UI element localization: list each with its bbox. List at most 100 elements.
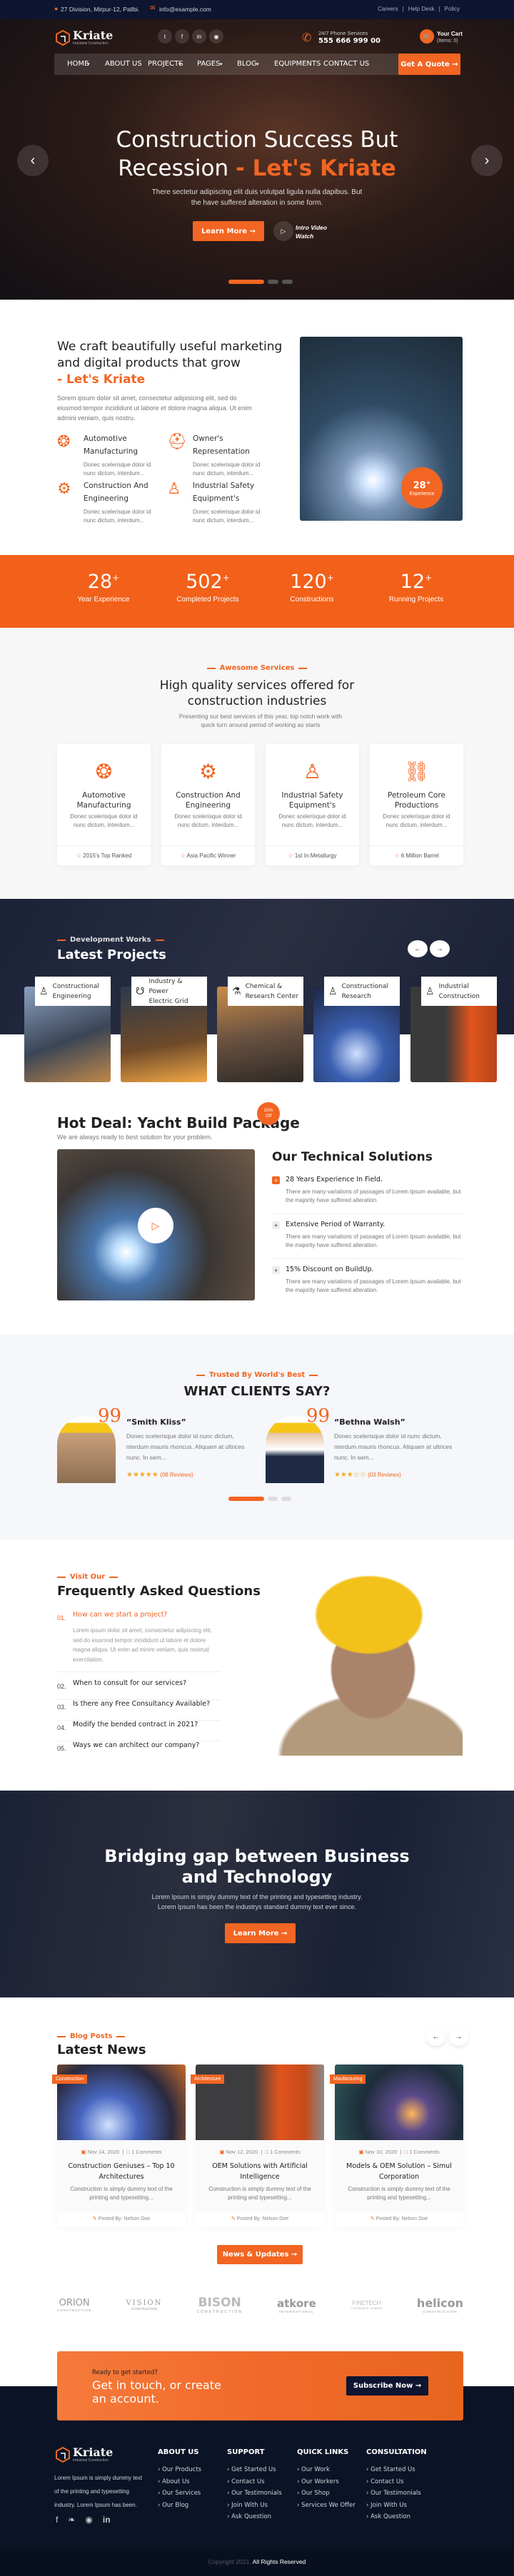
projects-prev-arrow[interactable]: ← bbox=[408, 940, 428, 957]
faq-item[interactable]: 03. Is there any Free Consultancy Availab… bbox=[57, 1700, 221, 1721]
footer-link[interactable]: › Our Testimonials bbox=[366, 2490, 427, 2502]
play-icon[interactable]: ▷ bbox=[273, 221, 293, 241]
footer-link[interactable]: › About Us bbox=[158, 2478, 201, 2490]
phone-number[interactable]: 555 666 999 00 bbox=[318, 37, 381, 45]
partner-logo[interactable]: FINETECH Construction company bbox=[351, 2300, 383, 2310]
news-updates-button[interactable]: News & Updates → bbox=[217, 2245, 303, 2264]
news-headline[interactable]: OEM Solutions with Artificial Intelligenc… bbox=[196, 2161, 324, 2182]
nav-home[interactable]: HOME bbox=[67, 54, 89, 75]
instagram-icon[interactable]: ◉ bbox=[209, 29, 223, 44]
help-desk-link[interactable]: Help Desk bbox=[408, 6, 435, 12]
footer-link[interactable]: › Our Products bbox=[158, 2466, 201, 2478]
nav-about[interactable]: ABOUT US bbox=[105, 54, 142, 75]
project-label[interactable]: ♙ Constructional Research bbox=[324, 977, 400, 1006]
play-button[interactable]: ▷ bbox=[138, 1208, 173, 1243]
logo[interactable]: Kriate Industrial Construction bbox=[56, 30, 113, 46]
nav-blog[interactable]: BLOG bbox=[237, 54, 257, 75]
project-label[interactable]: ☋ Industry & Power Electric Grid bbox=[131, 977, 207, 1006]
service-card[interactable]: ❂ Automotive Manufacturing Donec sceleris… bbox=[57, 744, 151, 865]
linkedin-icon[interactable]: in bbox=[192, 29, 206, 44]
linkedin-icon[interactable]: in bbox=[103, 2515, 111, 2525]
footer-link[interactable]: › Our Testimonials bbox=[227, 2490, 282, 2502]
footer-logo[interactable]: Kriate Industrial Construction bbox=[56, 2447, 113, 2463]
project-label[interactable]: ⚗ Chemical & Research Center bbox=[228, 977, 303, 1006]
footer-col-quick-links: QUICK LINKS › Our Work › Our Workers › Our… bbox=[297, 2448, 356, 2513]
solution-item[interactable]: + 28 Years Experience In Field. There ar… bbox=[272, 1176, 463, 1214]
slider-dot-active[interactable] bbox=[228, 280, 264, 284]
cta-learn-more-button[interactable]: Learn More → bbox=[225, 1923, 296, 1943]
policy-link[interactable]: Policy bbox=[445, 6, 460, 12]
get-quote-button[interactable]: Get A Quote → bbox=[398, 54, 460, 75]
twitter-icon[interactable]: ❧ bbox=[68, 2515, 75, 2525]
plus-icon[interactable]: + bbox=[272, 1266, 280, 1274]
news-card[interactable]: Construction ▣ Nov 14, 2020 | □ 1 Commen… bbox=[52, 2065, 186, 2227]
footer-link[interactable]: › Contact Us bbox=[366, 2478, 427, 2490]
twitter-icon[interactable]: t bbox=[158, 29, 172, 44]
footer-link[interactable]: › Our Services bbox=[158, 2490, 201, 2502]
news-card[interactable]: Maufacturing ▣ Nov 10, 2020 | □ 1 Commen… bbox=[330, 2065, 463, 2227]
footer-link[interactable]: › Services We Offer bbox=[297, 2502, 356, 2514]
news-prev-arrow[interactable]: ← bbox=[426, 2028, 445, 2046]
footer-link[interactable]: › Ask Question bbox=[227, 2513, 282, 2525]
plus-icon[interactable]: + bbox=[272, 1221, 280, 1229]
turbine-icon: ❂ bbox=[57, 432, 71, 450]
plus-icon[interactable]: + bbox=[272, 1176, 280, 1184]
cart-label[interactable]: Your Cart bbox=[437, 31, 463, 37]
partner-logo[interactable]: atkore INTERNATIONAL bbox=[277, 2297, 316, 2313]
category-badge[interactable]: Architecture bbox=[191, 2074, 225, 2084]
solution-item[interactable]: + 15% Discount on BuildUp. There are man… bbox=[272, 1266, 463, 1295]
news-headline[interactable]: Models & OEM Solution – Simul Corporation bbox=[335, 2161, 463, 2182]
cart-icon[interactable]: 🛒 bbox=[420, 29, 434, 44]
slider-dot[interactable] bbox=[268, 280, 278, 284]
projects-next-arrow[interactable]: → bbox=[430, 940, 450, 957]
footer-link[interactable]: › Get Started Us bbox=[227, 2466, 282, 2478]
faq-item-open[interactable]: 01. How can we start a project? Lorem ip… bbox=[57, 1611, 221, 1672]
slider-dot[interactable] bbox=[282, 280, 293, 284]
footer-link[interactable]: › Join With Us bbox=[227, 2502, 282, 2514]
service-card[interactable]: ♙ Industrial Safety Equipment's Donec sce… bbox=[266, 744, 359, 865]
service-card[interactable]: ⚙ Construction And Engineering Donec scel… bbox=[161, 744, 255, 865]
faq-item[interactable]: 04. Modify the bended contract in 2021? bbox=[57, 1721, 221, 1741]
subscribe-now-button[interactable]: Subscribe Now → bbox=[346, 2376, 428, 2396]
footer-link[interactable]: › Our Blog bbox=[158, 2502, 201, 2514]
footer-link[interactable]: › Ask Question bbox=[366, 2513, 427, 2525]
news-headline[interactable]: Construction Geniuses – Top 10 Architectu… bbox=[57, 2161, 186, 2182]
partner-logo[interactable]: ORION CONSTRUCTION bbox=[57, 2298, 91, 2312]
footer-link[interactable]: › Get Started Us bbox=[366, 2466, 427, 2478]
slider-dot[interactable] bbox=[281, 1497, 291, 1501]
footer-link[interactable]: › Our Workers bbox=[297, 2478, 356, 2490]
footer-link[interactable]: › Contact Us bbox=[227, 2478, 282, 2490]
phone-label: 24/7 Phone Services bbox=[318, 30, 368, 36]
service-card[interactable]: ⛓ Petroleum Core Productions Donec sceler… bbox=[370, 744, 463, 865]
partner-logo[interactable]: VISION CONSTRUCTION bbox=[126, 2299, 162, 2311]
comment-icon: □ bbox=[404, 2149, 408, 2155]
nav-equipments[interactable]: EQUIPMENTS bbox=[274, 54, 321, 75]
slider-dot[interactable] bbox=[268, 1497, 278, 1501]
facebook-icon[interactable]: f bbox=[175, 29, 189, 44]
careers-link[interactable]: Careers bbox=[378, 6, 398, 12]
partner-logo[interactable]: BISON CONSTRUCTION bbox=[197, 2296, 243, 2314]
project-label[interactable]: ♙ Constructional Engineering bbox=[35, 977, 111, 1006]
partner-logo[interactable]: helicon CONSTRUCTION bbox=[417, 2296, 463, 2313]
hero-learn-more-button[interactable]: Learn More → bbox=[193, 221, 264, 241]
footer-link[interactable]: › Join With Us bbox=[366, 2502, 427, 2514]
slider-dot-active[interactable] bbox=[228, 1497, 264, 1501]
nav-contact[interactable]: CONTACT US bbox=[323, 54, 369, 75]
subscribe-banner: Ready to get started? Get in touch, or c… bbox=[57, 2351, 463, 2420]
footer-link[interactable]: › Our Shop bbox=[297, 2490, 356, 2502]
footer-link[interactable]: › Our Work bbox=[297, 2466, 356, 2478]
faq-item[interactable]: 02. When to consult for our services? bbox=[57, 1679, 221, 1700]
faq-item[interactable]: 05. Ways we can architect our company? bbox=[57, 1741, 221, 1762]
project-label[interactable]: ♙ Industrial Construction bbox=[421, 977, 497, 1006]
instagram-icon[interactable]: ◉ bbox=[85, 2515, 92, 2525]
nav-pages[interactable]: PAGES bbox=[197, 54, 220, 75]
news-next-arrow[interactable]: → bbox=[449, 2028, 468, 2046]
solution-item[interactable]: + Extensive Period of Warranty. There ar… bbox=[272, 1221, 463, 1259]
topbar-email[interactable]: info@example.com bbox=[159, 6, 211, 13]
stat-item: 28+ Year Experience bbox=[77, 571, 130, 604]
news-card[interactable]: Architecture ▣ Nov 12, 2020 | □ 1 Commen… bbox=[191, 2065, 324, 2227]
intro-video-link[interactable]: Intro Video Watch bbox=[296, 223, 327, 240]
category-badge[interactable]: Construction bbox=[52, 2074, 88, 2084]
facebook-icon[interactable]: f bbox=[56, 2515, 58, 2525]
category-badge[interactable]: Maufacturing bbox=[330, 2074, 366, 2084]
